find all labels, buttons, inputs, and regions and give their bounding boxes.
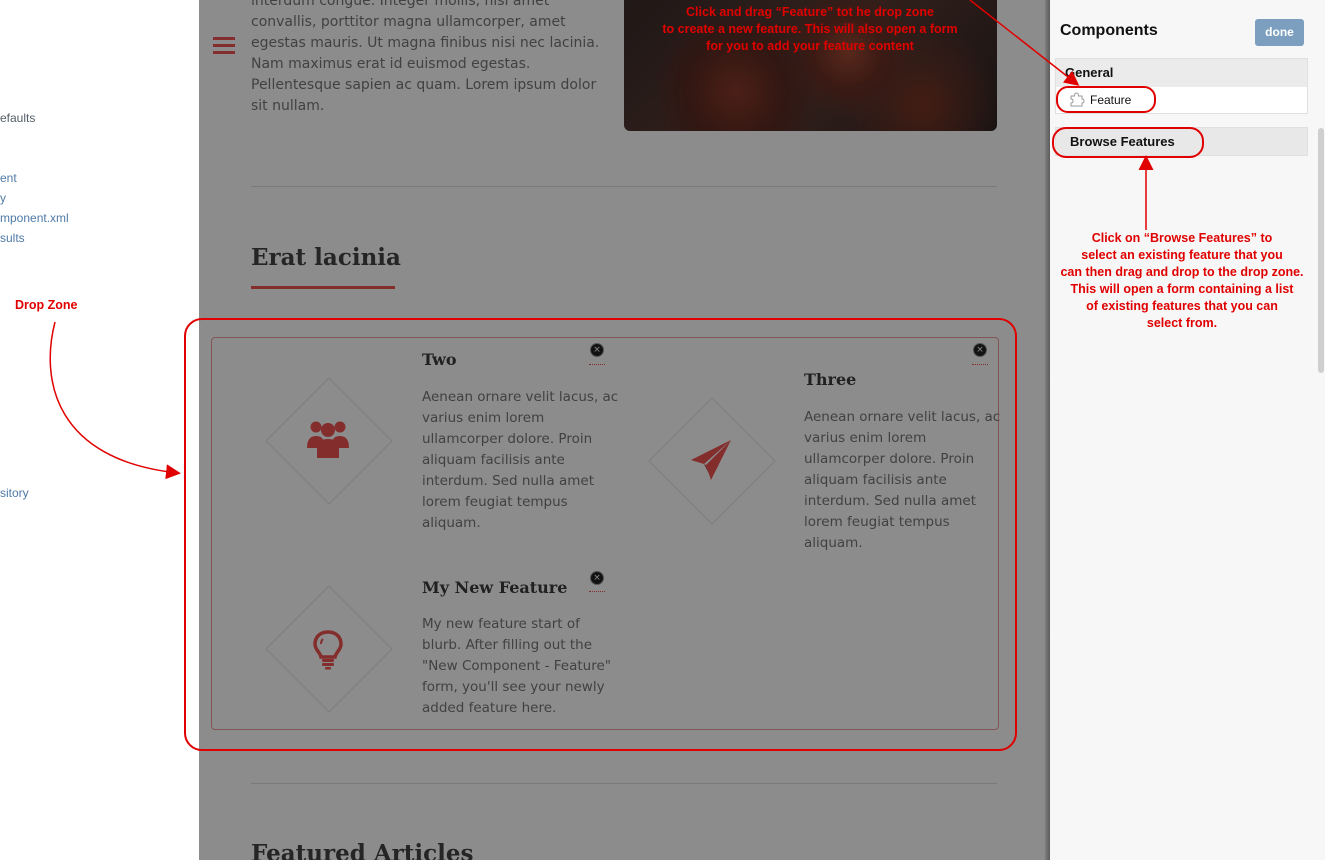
- sidebar-item-results[interactable]: sults: [0, 231, 25, 245]
- browse-features-annotation: Click on “Browse Features” to select an …: [1047, 230, 1317, 332]
- drop-zone-highlight: [184, 318, 1017, 751]
- sidebar-item-defaults[interactable]: efaults: [0, 111, 35, 125]
- annotation-line: Click on “Browse Features” to: [1091, 231, 1273, 245]
- done-button[interactable]: done: [1255, 19, 1304, 46]
- intro-line: convallis, porttitor magna ullamcorper, …: [251, 14, 566, 30]
- divider: [251, 783, 997, 784]
- drop-zone-annotation: Drop Zone: [15, 298, 78, 312]
- sidebar-item-component-xml[interactable]: mponent.xml: [0, 211, 69, 225]
- annotation-line: of existing features that you can: [1086, 299, 1278, 313]
- intro-line: egestas mauris. Ut magna finibus nisi ne…: [251, 35, 600, 51]
- featured-articles-title: Featured Articles: [251, 840, 474, 860]
- annotation-line: can then drag and drop to the drop zone.: [1060, 265, 1304, 279]
- annotation-line: to create a new feature. This will also …: [662, 22, 958, 36]
- annotation-line: Click and drag “Feature” tot he drop zon…: [686, 5, 934, 19]
- section-title: Erat lacinia: [251, 244, 401, 271]
- feature-item-highlight: [1056, 86, 1156, 113]
- general-category-label: General: [1065, 65, 1114, 80]
- sidebar-item-repository[interactable]: sitory: [0, 486, 29, 500]
- annotation-line: This will open a form containing a list: [1070, 282, 1294, 296]
- intro-line: Pellentesque sapien ac quam. Lorem ipsum…: [251, 77, 597, 93]
- panel-title: Components: [1060, 22, 1158, 39]
- annotation-line: select from.: [1146, 316, 1218, 330]
- intro-line: Nam maximus erat id euismod egestas.: [251, 56, 531, 72]
- drag-feature-annotation: Click and drag “Feature” tot he drop zon…: [630, 4, 990, 55]
- sidebar-item-y[interactable]: y: [0, 191, 6, 205]
- intro-paragraph: interdum congue. Integer mollis, nisi am…: [251, 0, 600, 117]
- browse-features-highlight: [1052, 127, 1204, 158]
- annotation-line: for you to add your feature content: [706, 39, 914, 53]
- hamburger-menu-icon[interactable]: [213, 37, 235, 55]
- intro-line: sit nullam.: [251, 98, 325, 114]
- sidebar-item-component[interactable]: ent: [0, 171, 17, 185]
- left-sidebar: efaults ent y mponent.xml sults sitory: [0, 0, 200, 860]
- divider: [251, 186, 997, 187]
- intro-line: interdum congue. Integer mollis, nisi am…: [251, 0, 550, 9]
- panel-scrollbar[interactable]: [1318, 128, 1324, 373]
- annotation-line: select an existing feature that you: [1081, 248, 1283, 262]
- section-underline: [251, 286, 395, 289]
